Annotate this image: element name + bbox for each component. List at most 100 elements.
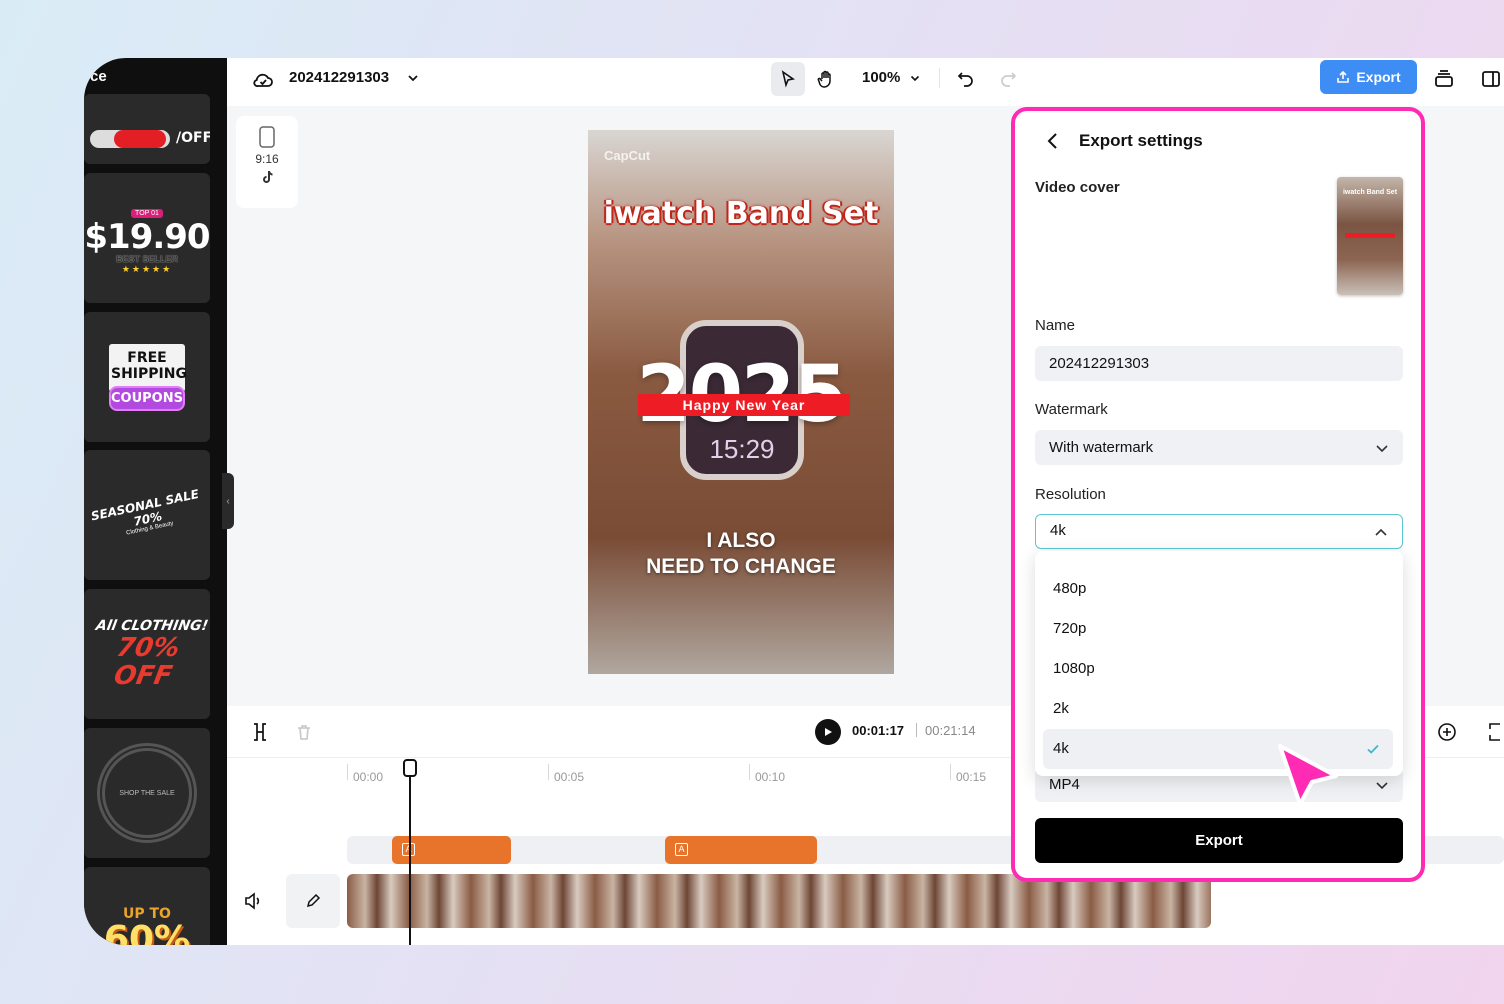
top-bar: 202412291303 100% Export [227, 58, 1504, 106]
redo-icon [1001, 72, 1017, 87]
hand-icon [817, 70, 831, 88]
upload-icon [1337, 70, 1350, 83]
asset-panel: ce /OFF TOP 01 $19.90 BEST SELLER ★★★★★ … [84, 58, 227, 945]
resolution-value: 4k [1050, 522, 1066, 539]
ruler-label: 00:10 [755, 770, 786, 784]
asset-label: /OFF [176, 130, 210, 146]
preview-banner: Happy New Year [638, 394, 850, 416]
play-button[interactable] [815, 719, 841, 745]
pointer-icon [781, 70, 795, 88]
caption-line-2: NEED TO CHANGE [646, 555, 836, 578]
project-name[interactable]: 202412291303 [289, 68, 389, 88]
ruler-tick [548, 764, 549, 780]
back-arrow-icon[interactable] [1041, 129, 1065, 153]
split-icon[interactable] [251, 722, 269, 742]
chevron-down-icon [1376, 445, 1388, 453]
asset-label: All CLOTHING! [94, 618, 210, 634]
resolution-label: Resolution [1035, 486, 1106, 503]
asset-sublabel: 60% [103, 919, 191, 946]
export-settings-title: Export settings [1079, 131, 1203, 150]
watermark-label: Watermark [1035, 401, 1108, 418]
tiktok-icon [263, 171, 273, 183]
asset-sticker-up-to[interactable]: UP TO 60% [84, 867, 210, 945]
cursor-pointer-icon [1278, 744, 1338, 806]
zoom-level[interactable]: 100% [862, 68, 921, 88]
asset-label: FREE SHIPPING [109, 343, 187, 392]
checkmark-icon [1367, 744, 1379, 754]
cover-title: iwatch Band Set [1342, 189, 1398, 196]
ruler-label: 00:05 [554, 770, 585, 784]
caption-line-1: I ALSO [706, 529, 776, 552]
ruler-label: 00:15 [956, 770, 987, 784]
cloud-sync-icon[interactable] [251, 68, 275, 92]
capcut-watermark: CapCut [604, 148, 651, 163]
export-button[interactable]: Export [1035, 818, 1403, 863]
resolution-option-480p[interactable]: 480p [1043, 569, 1393, 609]
export-top-label: Export [1356, 69, 1401, 85]
asset-sublabel: COUPONS [109, 385, 185, 411]
text-icon: A [675, 843, 688, 856]
chevron-down-icon[interactable] [405, 70, 421, 86]
ruler-tick [950, 764, 951, 780]
format-value: MP4 [1049, 776, 1080, 793]
asset-sticker-shop-sale[interactable]: SHOP THE SALE [84, 728, 210, 858]
edit-cover-button[interactable] [286, 874, 340, 928]
resolution-option-label: 4k [1053, 740, 1069, 757]
side-panel-toggle[interactable] [1474, 62, 1504, 96]
text-clip[interactable]: A [665, 836, 817, 864]
sidebar-icon [1482, 71, 1500, 87]
portrait-icon [259, 126, 275, 148]
aspect-ratio-label: 9:16 [255, 152, 279, 166]
video-cover-label: Video cover [1035, 179, 1120, 196]
name-input[interactable]: 202412291303 [1035, 346, 1403, 381]
layers-icon [1435, 70, 1453, 87]
video-cover-thumbnail[interactable]: iwatch Band Set [1337, 177, 1403, 295]
asset-sticker-free-shipping[interactable]: FREE SHIPPING COUPONS [84, 312, 210, 442]
preview-caption: I ALSO NEED TO CHANGE [588, 528, 894, 580]
resolution-option-2k[interactable]: 2k [1043, 689, 1393, 729]
volume-icon[interactable] [243, 892, 263, 910]
resolution-dropdown: 480p 720p 1080p 2k 4k [1035, 551, 1403, 776]
zoom-in-icon[interactable] [1437, 722, 1457, 742]
chevron-down-icon [910, 75, 919, 82]
pen-icon [306, 893, 321, 908]
trash-icon[interactable] [295, 723, 313, 741]
ruler-tick [749, 764, 750, 780]
asset-sticker-clothing[interactable]: All CLOTHING! 70% OFF [84, 589, 210, 719]
cover-banner [1345, 233, 1395, 238]
playhead-handle[interactable] [403, 759, 417, 777]
layers-button[interactable] [1427, 62, 1461, 96]
video-preview[interactable]: CapCut iwatch Band Set 15:29 2025 Happy … [588, 130, 894, 674]
preview-title: iwatch Band Set [603, 196, 879, 231]
select-tool-button[interactable] [771, 62, 805, 96]
resolution-option-720p[interactable]: 720p [1043, 609, 1393, 649]
undo-icon [957, 72, 973, 87]
undo-button[interactable] [949, 62, 983, 96]
asset-label: $19.90 [84, 216, 210, 257]
resolution-select[interactable]: 4k [1035, 514, 1403, 549]
hand-tool-button[interactable] [809, 62, 843, 96]
export-settings-panel: Export settings Video cover iwatch Band … [1011, 107, 1425, 882]
time-separator [916, 723, 917, 737]
fullscreen-icon[interactable] [1489, 722, 1501, 742]
asset-sticker-price[interactable]: TOP 01 $19.90 BEST SELLER ★★★★★ [84, 173, 210, 303]
brand-fragment: ce [90, 68, 107, 85]
aspect-ratio-card[interactable]: 9:16 [236, 116, 298, 208]
zoom-value: 100% [862, 69, 901, 86]
video-track[interactable] [347, 874, 1211, 928]
total-time: 00:21:14 [925, 723, 976, 738]
toolbar-divider [939, 68, 940, 88]
redo-button[interactable] [991, 62, 1025, 96]
playhead[interactable] [409, 760, 411, 945]
asset-sticker-seasonal[interactable]: SEASONAL SALE 70% Clothing & Beauty [84, 450, 210, 580]
name-label: Name [1035, 317, 1076, 334]
asset-sticker-off[interactable]: /OFF [84, 94, 210, 164]
resolution-option-1080p[interactable]: 1080p [1043, 649, 1393, 689]
export-top-button[interactable]: Export [1320, 60, 1417, 94]
chevron-up-icon [1375, 528, 1387, 536]
current-time: 00:01:17 [852, 723, 905, 738]
panel-collapse-handle[interactable]: ‹ [222, 473, 234, 529]
watermark-select[interactable]: With watermark [1035, 430, 1403, 465]
ruler-tick [347, 764, 348, 780]
play-icon [825, 728, 832, 736]
